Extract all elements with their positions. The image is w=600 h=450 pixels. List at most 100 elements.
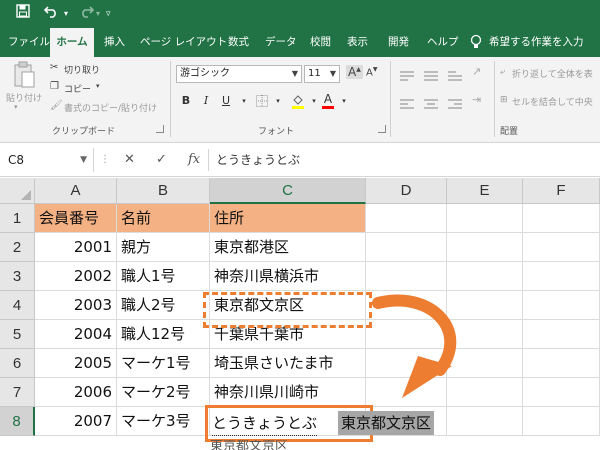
font-family-select[interactable]: 游ゴシック ▼ <box>176 65 302 83</box>
tab-file[interactable]: ファイル <box>8 28 50 57</box>
formula-input[interactable]: とうきょうとぶ <box>216 149 300 171</box>
cell-d4[interactable] <box>366 291 447 320</box>
column-header-a[interactable]: A <box>35 178 117 204</box>
cell-b3[interactable]: 職人1号 <box>117 262 210 291</box>
select-all-button[interactable] <box>0 178 35 204</box>
cell-a4[interactable]: 2003 <box>35 291 117 320</box>
cell-b7[interactable]: マーケ2号 <box>117 378 210 407</box>
cell-c1[interactable]: 住所 <box>210 204 366 233</box>
orientation-icon[interactable]: ↗ <box>472 65 481 78</box>
cell-a6[interactable]: 2005 <box>35 349 117 378</box>
cell-e7[interactable] <box>447 378 523 407</box>
tab-view[interactable]: 表示 <box>347 28 368 57</box>
cut-icon[interactable]: ✂ <box>50 62 58 73</box>
cell-b6[interactable]: マーケ1号 <box>117 349 210 378</box>
cell-f4[interactable] <box>523 291 600 320</box>
cell-a3[interactable]: 2002 <box>35 262 117 291</box>
save-icon[interactable] <box>16 4 30 24</box>
cell-c7[interactable]: 神奈川県川崎市 <box>210 378 366 407</box>
merge-center-button[interactable]: セルを結合して中央 <box>512 95 593 108</box>
worksheet-grid[interactable]: ABCDEF 1 会員番号 名前 住所 2 2001 親方 東京都港区 3 2002 職人1号 神奈川… <box>0 178 600 450</box>
enter-icon[interactable]: ✓ <box>156 151 167 169</box>
cell-f2[interactable] <box>523 233 600 262</box>
copy-dropdown-icon[interactable]: ▾ <box>96 82 100 90</box>
row-header-7[interactable]: 7 <box>0 378 35 407</box>
cell-e4[interactable] <box>447 291 523 320</box>
cell-e6[interactable] <box>447 349 523 378</box>
cell-b1[interactable]: 名前 <box>117 204 210 233</box>
name-box[interactable]: C8 ▼ <box>0 148 94 172</box>
row-header-6[interactable]: 6 <box>0 349 35 378</box>
cell-e1[interactable] <box>447 204 523 233</box>
cell-e3[interactable] <box>447 262 523 291</box>
underline-dropdown-icon[interactable]: ▾ <box>236 92 252 110</box>
align-center-icon[interactable] <box>422 95 440 114</box>
wrap-text-icon[interactable]: ⤶ <box>500 67 505 77</box>
bold-button[interactable]: B <box>178 92 194 110</box>
row-header-8[interactable]: 8 <box>0 407 35 436</box>
row-header-2[interactable]: 2 <box>0 233 35 262</box>
format-painter-icon[interactable]: 🖌 <box>50 100 63 111</box>
font-size-select[interactable]: 11 ▼ <box>304 65 340 83</box>
align-bottom-icon[interactable] <box>446 67 464 86</box>
column-header-e[interactable]: E <box>447 178 523 204</box>
cell-c5[interactable]: 千葉県千葉市 <box>210 320 366 349</box>
cell-f7[interactable] <box>523 378 600 407</box>
decrease-font-size-button[interactable]: A▼ <box>366 66 377 78</box>
cell-f1[interactable] <box>523 204 600 233</box>
cell-a2[interactable]: 2001 <box>35 233 117 262</box>
cell-e8[interactable] <box>447 407 523 436</box>
align-top-icon[interactable] <box>398 67 416 86</box>
copy-icon[interactable]: ❐ <box>50 81 59 92</box>
indent-icon[interactable]: ⇥ <box>472 93 481 106</box>
font-launcher-icon[interactable] <box>378 125 386 133</box>
undo-dropdown-icon[interactable]: ▾ <box>64 4 68 24</box>
insert-function-icon[interactable]: fx <box>188 151 200 169</box>
font-color-dropdown-icon[interactable]: ▾ <box>336 92 352 110</box>
row-header-5[interactable]: 5 <box>0 320 35 349</box>
cell-c2[interactable]: 東京都港区 <box>210 233 366 262</box>
tab-insert[interactable]: 挿入 <box>104 28 125 57</box>
row-header-1[interactable]: 1 <box>0 204 35 233</box>
cell-a8[interactable]: 2007 <box>35 407 117 436</box>
tell-me-box[interactable]: 希望する作業を入力 <box>489 28 584 57</box>
merge-center-icon[interactable]: ⊞ <box>500 95 508 105</box>
tab-data[interactable]: データ <box>265 28 297 57</box>
paste-icon[interactable] <box>12 61 36 93</box>
copy-button[interactable]: コピー <box>64 82 91 95</box>
paste-dropdown-icon[interactable]: ▾ <box>14 103 18 111</box>
tab-review[interactable]: 校閲 <box>310 28 331 57</box>
column-header-f[interactable]: F <box>523 178 600 204</box>
cell-a5[interactable]: 2004 <box>35 320 117 349</box>
format-painter-button[interactable]: 書式のコピー/貼り付け <box>64 101 157 114</box>
align-right-icon[interactable] <box>446 95 464 114</box>
underline-button[interactable]: U <box>218 92 234 110</box>
tab-page-layout[interactable]: ページ レイアウト <box>140 28 227 57</box>
cell-d1[interactable] <box>366 204 447 233</box>
cell-d3[interactable] <box>366 262 447 291</box>
cell-b4[interactable]: 職人2号 <box>117 291 210 320</box>
align-left-icon[interactable] <box>398 95 416 114</box>
ime-suggestion[interactable]: 東京都文京区 <box>338 411 435 435</box>
cell-c6[interactable]: 埼玉県さいたま市 <box>210 349 366 378</box>
redo-dropdown-icon[interactable]: ▾ <box>96 4 100 24</box>
column-header-c[interactable]: C <box>210 178 366 204</box>
tab-help[interactable]: ヘルプ <box>427 28 459 57</box>
tab-developer[interactable]: 開発 <box>388 28 409 57</box>
cell-f6[interactable] <box>523 349 600 378</box>
cell-f3[interactable] <box>523 262 600 291</box>
cancel-icon[interactable]: ✕ <box>124 151 135 169</box>
customize-qat-icon[interactable]: ▿ <box>106 4 111 24</box>
cell-d6[interactable] <box>366 349 447 378</box>
paste-button[interactable]: 貼り付け <box>6 91 42 104</box>
row-header-4[interactable]: 4 <box>0 291 35 320</box>
wrap-text-button[interactable]: 折り返して全体を表 <box>512 67 593 80</box>
borders-dropdown-icon[interactable]: ▾ <box>270 92 286 110</box>
cell-d7[interactable] <box>366 378 447 407</box>
cell-e2[interactable] <box>447 233 523 262</box>
clipboard-launcher-icon[interactable] <box>156 125 164 133</box>
cell-a1[interactable]: 会員番号 <box>35 204 117 233</box>
borders-icon[interactable] <box>254 92 270 110</box>
cut-button[interactable]: 切り取り <box>64 63 100 76</box>
cell-f8[interactable] <box>523 407 600 436</box>
